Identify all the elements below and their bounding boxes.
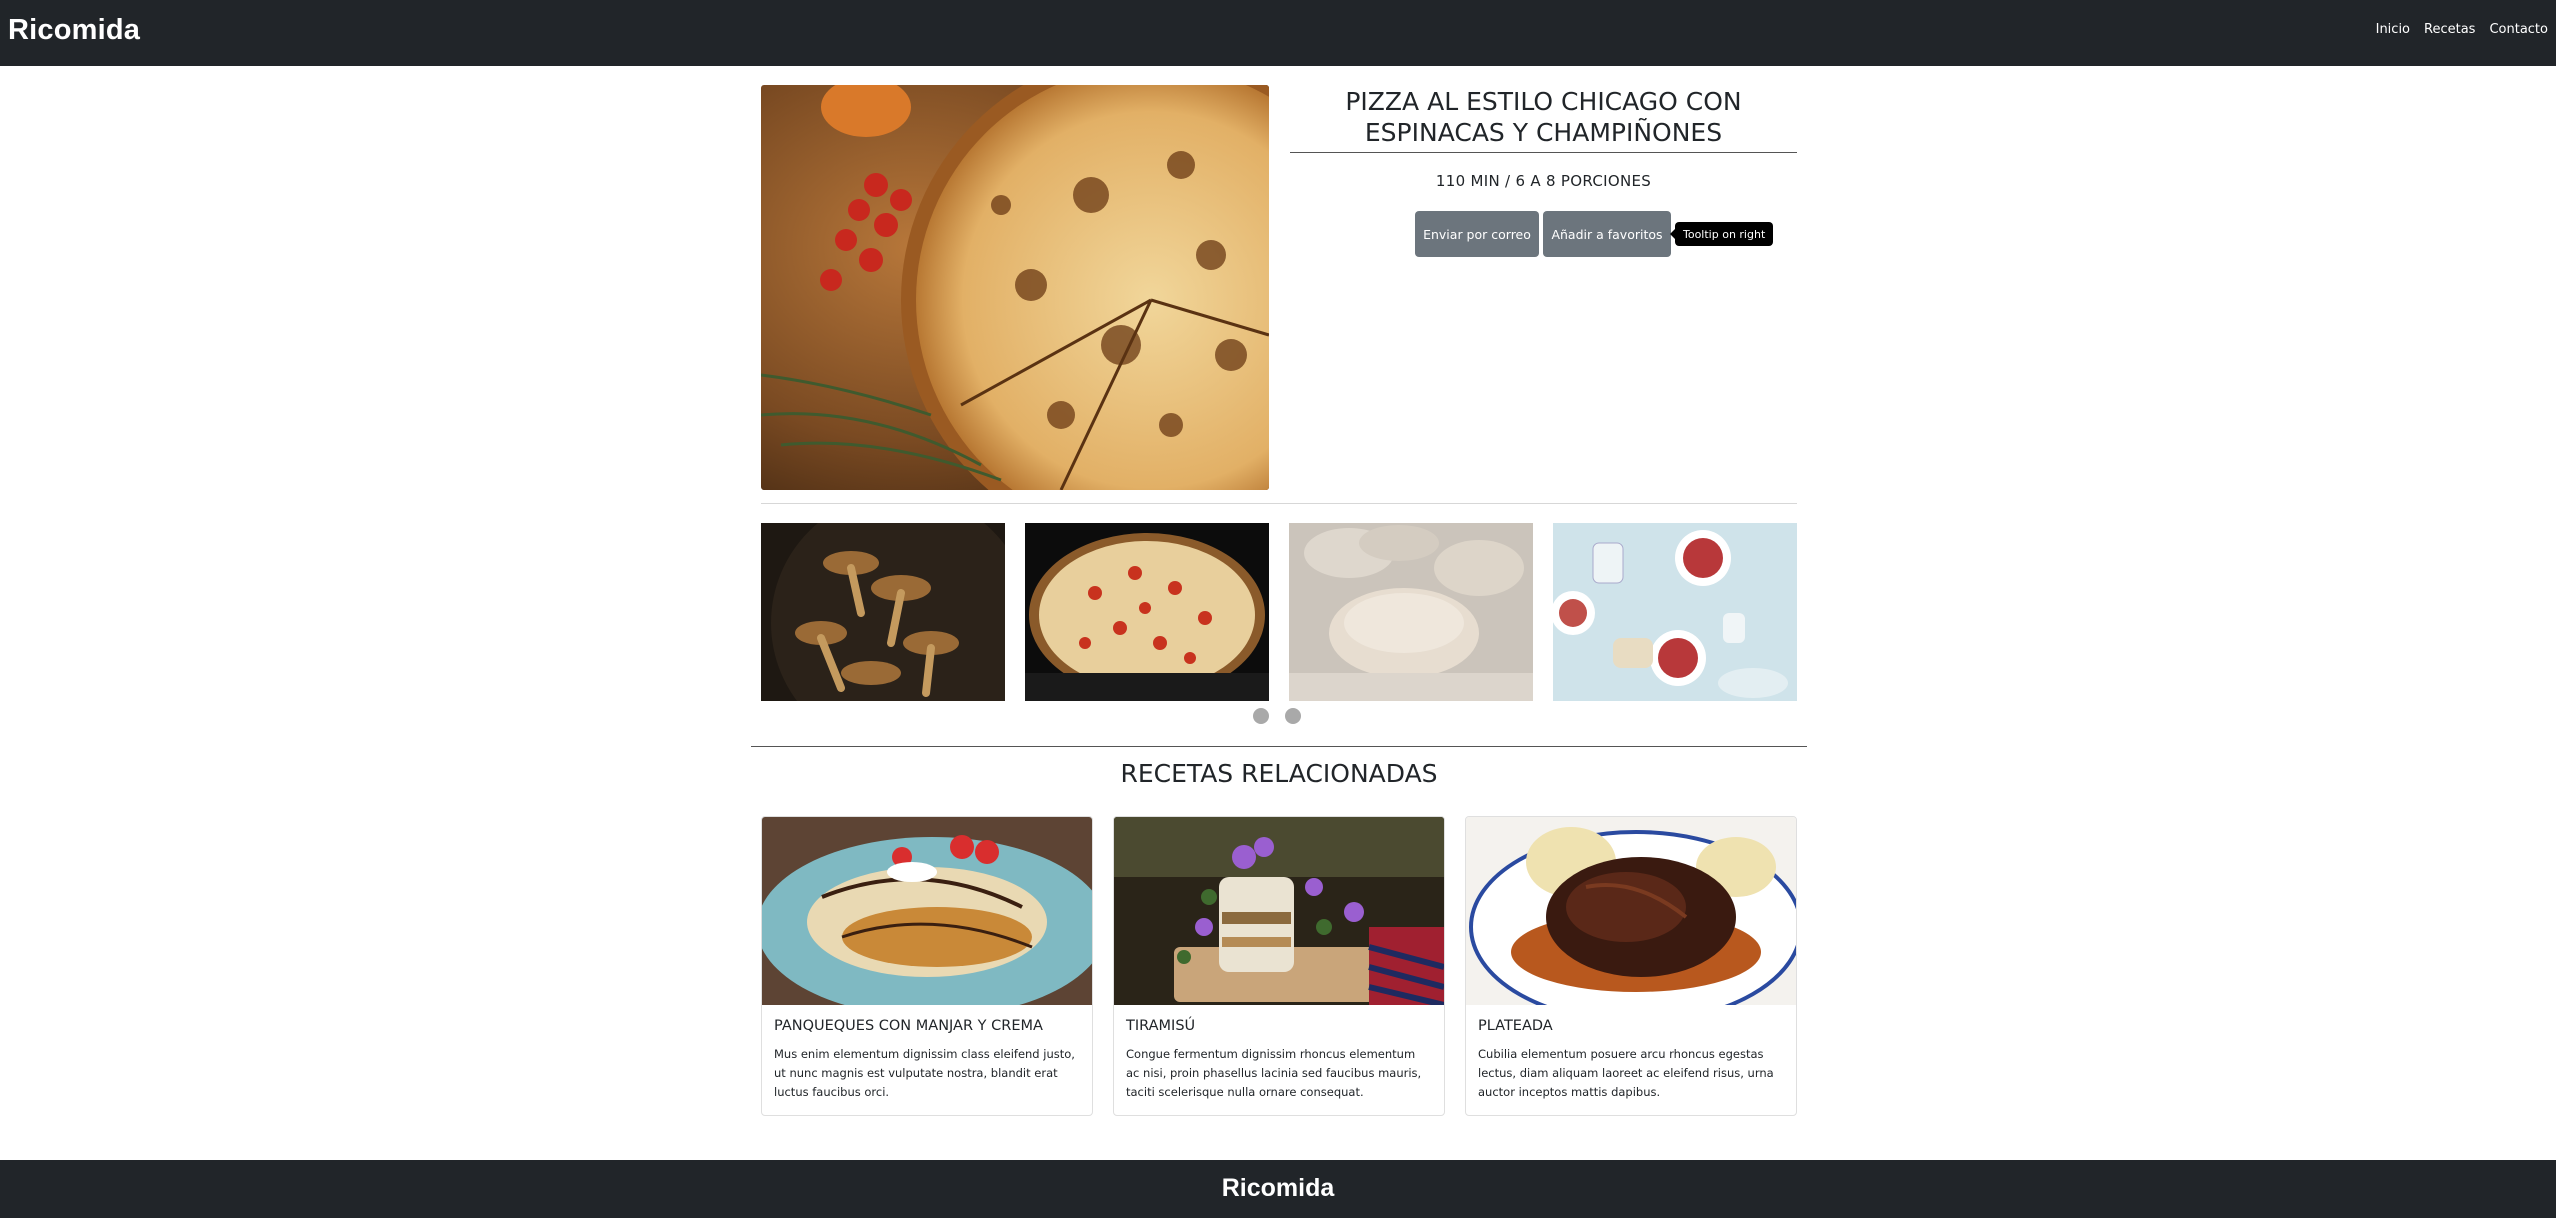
card-image-panqueques — [762, 817, 1092, 1017]
gallery-image-table[interactable] — [1553, 523, 1797, 701]
nav-link-recetas[interactable]: Recetas — [2424, 22, 2475, 37]
card-image-plateada — [1466, 817, 1796, 1024]
carousel-dot-2[interactable] — [1285, 708, 1301, 724]
recipe-card[interactable]: PANQUEQUES CON MANJAR Y CREMA Mus enim e… — [761, 816, 1093, 1116]
footer-brand: Ricomida — [1221, 1174, 1335, 1202]
carousel-indicators — [1253, 708, 1301, 724]
email-button[interactable]: Enviar por correo — [1415, 211, 1539, 257]
nav-link-inicio[interactable]: Inicio — [2376, 22, 2410, 37]
recipe-card[interactable]: TIRAMISÚ Congue fermentum dignissim rhon… — [1113, 816, 1445, 1116]
card-text: Congue fermentum dignissim rhoncus eleme… — [1126, 1047, 1422, 1099]
card-title[interactable]: TIRAMISÚ — [1126, 1018, 1195, 1034]
nav-link-contacto[interactable]: Contacto — [2489, 22, 2548, 37]
card-text: Mus enim elementum dignissim class eleif… — [774, 1047, 1075, 1099]
card-title[interactable]: PLATEADA — [1478, 1018, 1553, 1034]
card-title[interactable]: PANQUEQUES CON MANJAR Y CREMA — [774, 1018, 1043, 1034]
title-divider — [1290, 152, 1797, 153]
tooltip: Tooltip on right — [1669, 222, 1774, 246]
recipe-main-image — [761, 85, 1269, 490]
card-text: Cubilia elementum posuere arcu rhoncus e… — [1478, 1047, 1774, 1099]
related-title: RECETAS RELACIONADAS — [1120, 759, 1438, 788]
gallery-image-pizza[interactable] — [1025, 523, 1269, 701]
recipe-meta: 110 MIN / 6 A 8 PORCIONES — [1435, 172, 1652, 190]
brand-logo[interactable]: Ricomida — [8, 14, 140, 47]
nav-links: Inicio Recetas Contacto — [2376, 22, 2548, 37]
carousel-dot-1[interactable] — [1253, 708, 1269, 724]
section-divider — [761, 503, 1797, 504]
gallery-image-mushrooms[interactable] — [761, 523, 1005, 701]
gallery-image-dough[interactable] — [1289, 523, 1533, 701]
card-image-tiramisu — [1114, 817, 1444, 1008]
navbar: Ricomida Inicio Recetas Contacto — [0, 0, 2556, 66]
footer: Ricomida — [0, 1160, 2556, 1218]
recipe-title: PIZZA AL ESTILO CHICAGO CON ESPINACAS Y … — [1345, 87, 1742, 147]
recipe-card[interactable]: PLATEADA Cubilia elementum posuere arcu … — [1465, 816, 1797, 1116]
add-favorite-button[interactable]: Añadir a favoritos — [1543, 211, 1671, 257]
related-divider — [751, 746, 1807, 747]
